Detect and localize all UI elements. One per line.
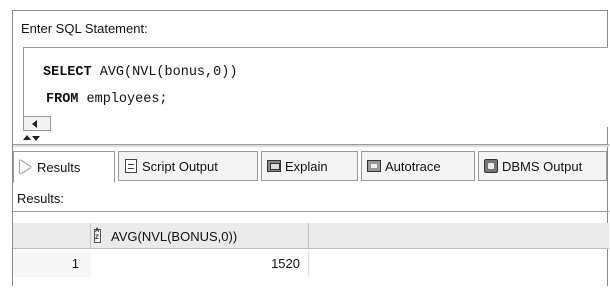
tab-label: DBMS Output	[502, 158, 583, 174]
divider	[13, 211, 609, 212]
horizontal-scroll-left-button[interactable]	[23, 116, 51, 131]
dbms-output-icon	[483, 158, 499, 174]
autotrace-icon	[366, 158, 382, 174]
row-number-header	[13, 223, 91, 249]
panel-splitter[interactable]	[13, 144, 609, 147]
arrow-up-icon	[23, 135, 31, 140]
script-icon	[123, 158, 139, 174]
arrow-left-icon	[32, 120, 37, 128]
explain-icon	[266, 158, 282, 174]
column-header[interactable]: AVG(NVL(BONUS,0))	[91, 223, 309, 249]
splitter-toggle[interactable]	[23, 134, 43, 144]
sql-line-1-text: AVG(NVL(bonus,0))	[91, 65, 238, 80]
play-icon	[18, 159, 34, 175]
row-number-cell: 1	[13, 251, 91, 277]
tab-label: Results	[37, 159, 81, 175]
output-tab-bar: Results Script Output Explain Autotrace …	[13, 151, 609, 183]
tab-results[interactable]: Results	[13, 151, 115, 183]
table-cell[interactable]: 1520	[91, 251, 309, 277]
arrow-down-icon	[32, 136, 40, 141]
tab-label: Explain	[285, 158, 328, 174]
sql-line-2: FROM employees;	[46, 92, 168, 107]
column-header-label: AVG(NVL(BONUS,0))	[111, 228, 238, 244]
sql-line-2-text: employees;	[78, 92, 168, 107]
tab-script-output[interactable]: Script Output	[118, 151, 258, 181]
sql-keyword-from: FROM	[46, 92, 79, 107]
sql-worksheet-panel: Enter SQL Statement: SELECT AVG(NVL(bonu…	[12, 10, 609, 287]
tab-label: Autotrace	[385, 158, 441, 174]
sql-keyword-select: SELECT	[43, 65, 92, 80]
grid-header-row: AVG(NVL(BONUS,0))	[13, 223, 609, 249]
tab-explain[interactable]: Explain	[261, 151, 358, 181]
results-grid: AVG(NVL(BONUS,0)) 1 1520	[13, 223, 609, 287]
tab-label: Script Output	[142, 158, 218, 174]
sort-az-icon	[94, 228, 101, 243]
tab-autotrace[interactable]: Autotrace	[361, 151, 475, 181]
sql-line-1: SELECT AVG(NVL(bonus,0))	[43, 65, 237, 80]
sql-editor[interactable]: SELECT AVG(NVL(bonus,0)) FROM employees;	[23, 47, 608, 127]
table-row[interactable]: 1 1520	[13, 251, 609, 277]
sql-statement-label: Enter SQL Statement:	[21, 21, 148, 36]
tab-dbms-output[interactable]: DBMS Output	[478, 151, 607, 181]
results-label: Results:	[17, 191, 64, 206]
